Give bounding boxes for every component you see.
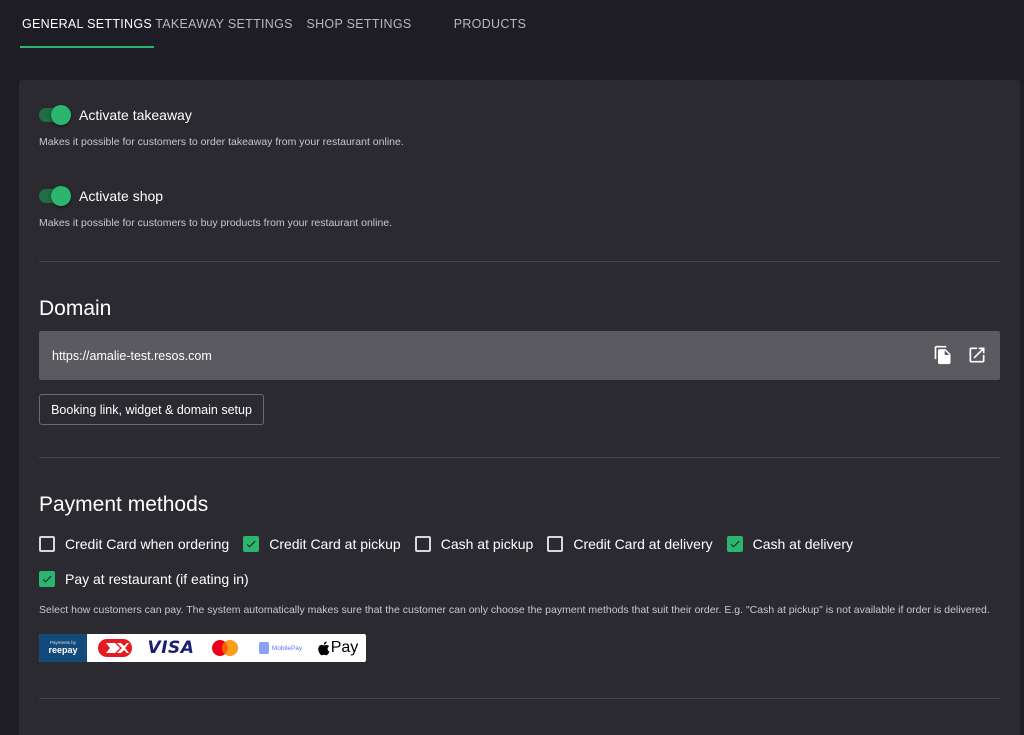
payment-methods-row-2: Pay at restaurant (if eating in) bbox=[39, 571, 263, 587]
apple-pay-logo: Pay bbox=[309, 634, 366, 662]
settings-tabs: GENERAL SETTINGS TAKEAWAY SETTINGS SHOP … bbox=[0, 0, 1024, 48]
activate-shop-switch[interactable] bbox=[39, 186, 71, 206]
general-settings-card: Activate takeaway Makes it possible for … bbox=[19, 80, 1020, 735]
checkbox-box bbox=[414, 536, 431, 552]
activate-takeaway-switch[interactable] bbox=[39, 105, 71, 125]
reepay-logo: Payments by reepay bbox=[39, 634, 87, 662]
divider bbox=[39, 698, 1000, 699]
checkbox-label: Credit Card when ordering bbox=[65, 536, 230, 552]
activate-takeaway-row: Activate takeaway bbox=[39, 105, 192, 125]
checkbox-label: Credit Card at delivery bbox=[573, 536, 713, 552]
checkbox-box bbox=[243, 536, 260, 552]
divider bbox=[39, 457, 1000, 458]
checkbox-label: Cash at pickup bbox=[440, 536, 534, 552]
copy-icon[interactable] bbox=[932, 344, 954, 366]
checkbox-label: Credit Card at pickup bbox=[269, 536, 401, 552]
activate-shop-row: Activate shop bbox=[39, 186, 164, 206]
checkbox-credit-card-at-delivery[interactable]: Credit Card at delivery bbox=[547, 536, 713, 552]
checkbox-box bbox=[39, 536, 55, 552]
checkbox-pay-at-restaurant[interactable]: Pay at restaurant (if eating in) bbox=[39, 571, 249, 587]
checkbox-credit-card-when-ordering[interactable]: Credit Card when ordering bbox=[39, 536, 229, 552]
domain-value: https://amalie-test.resos.com bbox=[52, 348, 212, 363]
dankort-logo bbox=[87, 634, 143, 662]
checkbox-box bbox=[547, 536, 564, 552]
payment-methods-help: Select how customers can pay. The system… bbox=[39, 604, 990, 616]
activate-shop-label: Activate shop bbox=[79, 188, 164, 204]
mobilepay-logo: MobilePay bbox=[251, 634, 309, 662]
tab-takeaway-settings[interactable]: TAKEAWAY SETTINGS bbox=[154, 0, 294, 48]
checkbox-box bbox=[39, 571, 55, 587]
checkbox-label: Cash at delivery bbox=[752, 536, 853, 552]
checkbox-label: Pay at restaurant (if eating in) bbox=[65, 571, 249, 587]
checkbox-credit-card-at-pickup[interactable]: Credit Card at pickup bbox=[243, 536, 401, 552]
tab-products[interactable]: PRODUCTS bbox=[440, 0, 540, 48]
checkbox-box bbox=[726, 536, 743, 552]
visa-logo: VISA bbox=[147, 638, 195, 658]
tab-general-settings[interactable]: GENERAL SETTINGS bbox=[20, 0, 154, 48]
activate-takeaway-label: Activate takeaway bbox=[79, 107, 192, 123]
domain-setup-button[interactable]: Booking link, widget & domain setup bbox=[39, 394, 264, 425]
activate-shop-help: Makes it possible for customers to buy p… bbox=[39, 217, 393, 229]
mastercard-logo bbox=[199, 634, 251, 662]
domain-field[interactable]: https://amalie-test.resos.com bbox=[39, 331, 1000, 380]
domain-title: Domain bbox=[39, 297, 112, 320]
open-external-icon[interactable] bbox=[966, 344, 988, 366]
activate-takeaway-help: Makes it possible for customers to order… bbox=[39, 136, 404, 148]
checkbox-cash-at-pickup[interactable]: Cash at pickup bbox=[414, 536, 534, 552]
divider bbox=[39, 261, 1000, 262]
checkbox-cash-at-delivery[interactable]: Cash at delivery bbox=[726, 536, 853, 552]
payment-logos: Payments by reepay VISA MobilePay Pay bbox=[39, 634, 366, 662]
payment-methods-row: Credit Card when ordering Credit Card at… bbox=[39, 536, 867, 552]
payment-methods-title: Payment methods bbox=[39, 493, 209, 516]
tab-shop-settings[interactable]: SHOP SETTINGS bbox=[300, 0, 418, 48]
